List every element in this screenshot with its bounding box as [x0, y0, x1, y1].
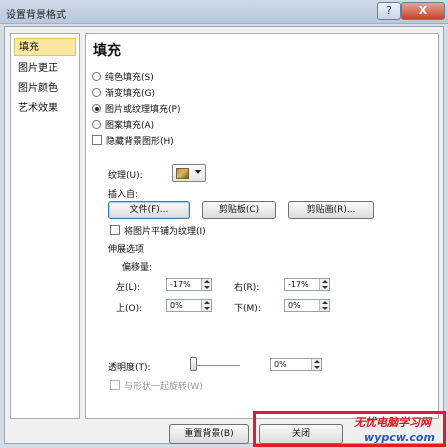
- hide-bg-label: 隐藏背景图形(H): [106, 137, 174, 147]
- spin-arrows-icon[interactable]: [319, 300, 329, 311]
- transparency-slider-thumb[interactable]: [190, 357, 197, 371]
- top-offset-input[interactable]: 0%: [166, 299, 212, 312]
- file-button[interactable]: 文件(F)...: [108, 201, 190, 219]
- hide-background-graphics-checkbox[interactable]: 隐藏背景图形(H): [92, 135, 174, 149]
- left-offset-label: 左(L):: [116, 283, 141, 293]
- right-offset-input[interactable]: -17%: [284, 278, 330, 291]
- dropdown-arrow-icon: [195, 170, 201, 174]
- tile-label: 将图片平铺为纹理(I): [124, 227, 206, 237]
- texture-label: 纹理(U):: [108, 171, 143, 181]
- format-background-dialog: 填充 图片更正 图片颜色 艺术效果 填充 纯色填充(S) 渐变填充(G) 图片或…: [4, 26, 444, 444]
- category-list: 填充 图片更正 图片颜色 艺术效果: [10, 33, 80, 419]
- window-title: 设置背景格式: [6, 10, 66, 21]
- watermark-url: wypcw.com: [364, 431, 435, 444]
- solid-fill-option[interactable]: 纯色填充(S): [92, 71, 154, 85]
- watermark-text: 无忧电脑学习网: [354, 416, 431, 429]
- clipart-button[interactable]: 剪贴画(R)...: [288, 201, 374, 219]
- transparency-input[interactable]: 0%: [270, 358, 322, 371]
- watermark: 无忧电脑学习网 wypcw.com: [352, 414, 448, 448]
- help-button[interactable]: ?: [377, 2, 401, 20]
- clipboard-button[interactable]: 剪贴板(C): [202, 201, 276, 219]
- top-offset-value: 0%: [170, 301, 183, 310]
- transparency-label: 透明度(T):: [108, 363, 151, 373]
- radio-selected-icon[interactable]: [92, 104, 101, 113]
- texture-dropdown[interactable]: [172, 164, 206, 182]
- transparency-slider-track[interactable]: [194, 365, 240, 366]
- gradient-fill-option[interactable]: 渐变填充(G): [92, 87, 155, 101]
- panel-heading: 填充: [93, 43, 121, 59]
- insert-from-label: 插入自:: [108, 190, 139, 200]
- checkbox-icon[interactable]: [92, 135, 102, 145]
- right-offset-value: -17%: [288, 280, 309, 289]
- spin-arrows-icon[interactable]: [311, 359, 321, 370]
- left-offset-input[interactable]: -17%: [166, 278, 212, 291]
- radio-icon[interactable]: [92, 72, 101, 81]
- picture-texture-fill-label: 图片或纹理填充(P): [105, 105, 181, 115]
- tile-as-texture-checkbox[interactable]: 将图片平铺为纹理(I): [110, 225, 206, 239]
- nav-item-picture-corrections[interactable]: 图片更正: [14, 60, 76, 78]
- radio-icon[interactable]: [92, 88, 101, 97]
- nav-item-fill[interactable]: 填充: [14, 38, 76, 56]
- wood-texture-icon: [176, 168, 189, 179]
- rotate-with-shape-label: 与形状一起旋转(W): [124, 382, 203, 392]
- transparency-value: 0%: [274, 360, 287, 369]
- nav-item-artistic-effects[interactable]: 艺术效果: [14, 100, 76, 118]
- spin-arrows-icon[interactable]: [201, 300, 211, 311]
- window-close-button[interactable]: X: [401, 2, 445, 20]
- checkbox-icon[interactable]: [110, 380, 120, 390]
- pattern-fill-option[interactable]: 图案填充(A): [92, 119, 154, 133]
- gradient-fill-label: 渐变填充(G): [105, 89, 155, 99]
- top-offset-label: 上(O):: [116, 304, 143, 314]
- stretch-options-heading: 伸展选项: [108, 245, 145, 255]
- title-bar: 设置背景格式 ? X: [0, 0, 448, 24]
- bottom-offset-value: 0%: [288, 301, 301, 310]
- bottom-offset-input[interactable]: 0%: [284, 299, 330, 312]
- nav-item-picture-color[interactable]: 图片颜色: [14, 80, 76, 98]
- picture-texture-fill-option[interactable]: 图片或纹理填充(P): [92, 103, 180, 117]
- spin-arrows-icon[interactable]: [319, 279, 329, 290]
- right-offset-label: 右(R):: [234, 283, 260, 293]
- checkbox-icon[interactable]: [110, 225, 120, 235]
- spin-arrows-icon[interactable]: [201, 279, 211, 290]
- pattern-fill-label: 图案填充(A): [105, 121, 155, 131]
- solid-fill-label: 纯色填充(S): [105, 73, 154, 83]
- reset-background-button[interactable]: 重置背景(B): [169, 424, 249, 444]
- fill-panel: 填充 纯色填充(S) 渐变填充(G) 图片或纹理填充(P) 图案填充(A) 隐藏…: [85, 33, 439, 419]
- offset-label: 偏移量:: [122, 263, 153, 273]
- left-offset-value: -17%: [170, 280, 191, 289]
- bottom-offset-label: 下(M):: [234, 304, 261, 314]
- radio-icon[interactable]: [92, 120, 101, 129]
- rotate-with-shape-checkbox[interactable]: 与形状一起旋转(W): [110, 380, 203, 394]
